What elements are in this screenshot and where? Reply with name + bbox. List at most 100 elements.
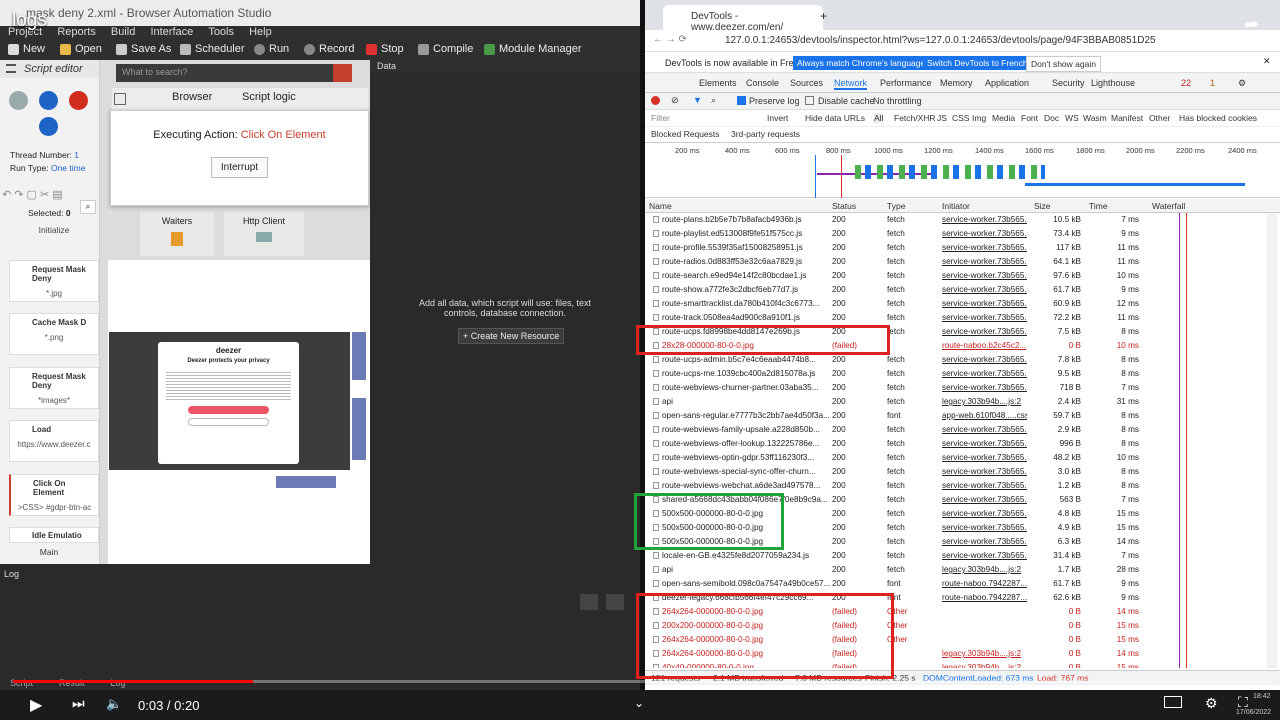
request-row[interactable]: open-sans-semibold.098c0a7547a49b0ce57..… <box>645 577 1265 591</box>
tab-memory[interactable]: Memory <box>940 78 973 88</box>
request-initiator[interactable]: service-worker.73b565... <box>942 439 1027 448</box>
type-manifest[interactable]: Manifest <box>1111 113 1143 123</box>
dont-show-again-button[interactable]: Don't show again <box>1026 56 1101 72</box>
new-button[interactable]: New <box>8 43 45 55</box>
third-party-checkbox[interactable]: 3rd-party requests <box>731 129 800 139</box>
invert-checkbox[interactable]: Invert <box>767 113 788 123</box>
clear-icon[interactable]: ⊘ <box>671 95 679 106</box>
url-field[interactable]: 127.0.0.1:24653/devtools/inspector.html?… <box>725 35 1155 46</box>
waiters-item[interactable]: Waiters <box>140 212 214 256</box>
request-initiator[interactable]: service-worker.73b565... <box>942 299 1027 308</box>
scrollbar[interactable] <box>1267 213 1277 668</box>
save-as-button[interactable]: Save As <box>116 43 171 55</box>
action-card-cache-mask[interactable]: Cache Mask D *.png <box>9 313 99 355</box>
play-icon[interactable]: ▶ <box>30 695 42 715</box>
error-count-badge[interactable]: 22 <box>1181 78 1191 88</box>
request-initiator[interactable]: service-worker.73b565... <box>942 355 1027 364</box>
request-initiator[interactable]: app-web.610f048.....css <box>942 411 1027 420</box>
request-initiator[interactable]: service-worker.73b565... <box>942 285 1027 294</box>
action-card-load[interactable]: Load https://www.deezer.c <box>9 420 99 462</box>
run-button[interactable]: Run <box>254 43 289 55</box>
nav-buttons[interactable]: ← → ⟳ <box>653 34 687 45</box>
menu-build[interactable]: Build <box>111 26 135 38</box>
type-media[interactable]: Media <box>992 113 1015 123</box>
request-initiator[interactable]: service-worker.73b565... <box>942 551 1027 560</box>
search-icon[interactable]: ⌕ <box>80 200 96 214</box>
request-initiator[interactable]: service-worker.73b565... <box>942 383 1027 392</box>
request-initiator[interactable]: service-worker.73b565... <box>942 215 1027 224</box>
accept-button[interactable] <box>188 406 269 414</box>
request-initiator[interactable]: legacy.303b94b....js:2 <box>942 397 1027 406</box>
col-time[interactable]: Time <box>1089 201 1108 211</box>
menu-interface[interactable]: Interface <box>150 26 193 38</box>
filter-icon[interactable]: ▼ <box>693 95 702 105</box>
type-ws[interactable]: WS <box>1065 113 1079 123</box>
request-initiator[interactable]: service-worker.73b565... <box>942 425 1027 434</box>
compile-button[interactable]: Compile <box>418 43 473 55</box>
stop-button[interactable]: Stop <box>366 43 404 55</box>
request-initiator[interactable]: service-worker.73b565... <box>942 453 1027 462</box>
menu-reports[interactable]: Reports <box>57 26 96 38</box>
action-search-input[interactable]: What to search? <box>116 64 352 82</box>
hamburger-icon[interactable] <box>6 64 16 73</box>
preview-side-tools[interactable] <box>352 332 366 380</box>
type-doc[interactable]: Doc <box>1044 113 1059 123</box>
request-row[interactable]: route-webviews-churner-partner.03aba35..… <box>645 381 1265 395</box>
request-row[interactable]: route-show.a772fe3c2dbcf6eb77d7.js 200 fet… <box>645 283 1265 297</box>
close-icon[interactable]: ✕ <box>1263 56 1271 67</box>
restart-icon[interactable] <box>39 117 58 136</box>
preview-scroll-tools[interactable] <box>352 398 366 460</box>
pause-icon[interactable] <box>39 91 58 110</box>
gear-icon[interactable]: ⚙ <box>1238 78 1246 89</box>
disable-cache-checkbox[interactable] <box>805 96 814 105</box>
col-name[interactable]: Name <box>649 201 672 211</box>
next-icon[interactable]: ⏭ <box>72 695 85 712</box>
http-client-item[interactable]: Http Client <box>224 212 304 256</box>
log-menu-icon[interactable] <box>606 594 624 610</box>
hide-data-urls-checkbox[interactable]: Hide data URLs <box>805 113 865 123</box>
request-row[interactable]: route-profile.5539f35af15008258951.js 200… <box>645 241 1265 255</box>
tab-browser[interactable]: Browser <box>172 91 212 103</box>
tab-application[interactable]: Application <box>985 78 1029 88</box>
request-row[interactable]: route-radios.0d883ff53e32c6aa7829.js 200 f… <box>645 255 1265 269</box>
tab-console[interactable]: Console <box>746 78 779 88</box>
log-search-icon[interactable] <box>580 594 598 610</box>
record-icon[interactable] <box>651 96 660 105</box>
request-row[interactable]: route-plans.b2b5e7b7b8afacb4936b.js 200 fe… <box>645 213 1265 227</box>
module-manager-button[interactable]: Module Manager <box>484 43 582 55</box>
stop-icon[interactable] <box>69 91 88 110</box>
subtitles-icon[interactable] <box>1164 696 1182 708</box>
has-blocked-cookies-checkbox[interactable]: Has blocked cookies <box>1179 113 1257 123</box>
tab-network[interactable]: Network <box>834 78 868 90</box>
request-initiator[interactable]: route-naboo.7942287... <box>942 579 1027 588</box>
request-row[interactable]: route-ucps-me.1039cbc400a2d815078a.js 200… <box>645 367 1265 381</box>
action-card-idle-emulation[interactable]: Idle Emulatio <box>9 527 99 543</box>
action-card-request-mask-deny[interactable]: Request Mask Deny *.jpg <box>9 260 99 302</box>
request-initiator[interactable]: service-worker.73b565... <box>942 271 1027 280</box>
col-waterfall[interactable]: Waterfall <box>1152 201 1185 211</box>
type-all[interactable]: All <box>874 113 884 123</box>
request-initiator[interactable]: service-worker.73b565... <box>942 257 1027 266</box>
request-initiator[interactable]: service-worker.73b565... <box>942 369 1027 378</box>
network-overview-timeline[interactable]: 200 ms 400 ms 600 ms 800 ms 1000 ms 1200… <box>645 143 1280 198</box>
request-initiator[interactable]: route-naboo.7942287... <box>942 593 1027 602</box>
bookmark-icon[interactable] <box>114 93 126 105</box>
request-row[interactable]: route-webviews-special-sync-offer-churn.… <box>645 465 1265 479</box>
request-row[interactable]: locale-en-GB.e4325fe8d2077059a234.js 200 f… <box>645 549 1265 563</box>
request-initiator[interactable]: service-worker.73b565... <box>942 523 1027 532</box>
scheduler-button[interactable]: Scheduler <box>180 43 245 55</box>
warning-count-badge[interactable]: 1 <box>1210 78 1215 88</box>
tab-security[interactable]: Security <box>1052 78 1085 88</box>
request-row[interactable]: route-ucps-admin.b5c7e4c6eaab4474b8... 20… <box>645 353 1265 367</box>
tab-sources[interactable]: Sources <box>790 78 823 88</box>
action-card-click-on-element[interactable]: Click On Element >CSS> #gdpr-btn-ac <box>9 474 99 516</box>
type-other[interactable]: Other <box>1149 113 1170 123</box>
always-match-language-button[interactable]: Always match Chrome's language <box>793 56 930 70</box>
switch-to-french-button[interactable]: Switch DevTools to French <box>923 56 1032 70</box>
tab-script-logic[interactable]: Script logic <box>242 91 296 103</box>
col-initiator[interactable]: Initiator <box>942 201 970 211</box>
throttling-select[interactable]: No throttling <box>873 96 922 106</box>
request-initiator[interactable]: service-worker.73b565... <box>942 495 1027 504</box>
type-font[interactable]: Font <box>1021 113 1038 123</box>
request-row[interactable]: route-webviews-webchat.a6de3ad497578... 2… <box>645 479 1265 493</box>
